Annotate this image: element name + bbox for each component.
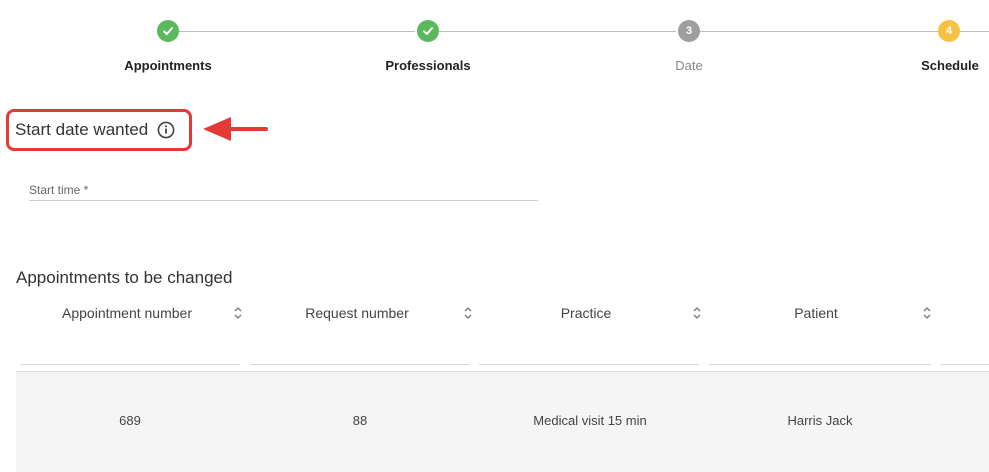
step-1-check-icon[interactable] [157, 20, 179, 42]
section-title-text: Start date wanted [15, 120, 149, 139]
column-header-patient[interactable]: Patient [709, 305, 923, 321]
step-connector [439, 31, 676, 32]
step-connector [179, 31, 415, 32]
step-4-number[interactable]: 4 [938, 20, 960, 42]
sort-icon[interactable] [234, 306, 242, 320]
cell-practice: Medical visit 15 min [533, 413, 647, 428]
column-filter-underline [479, 364, 699, 365]
column-filter-underline [940, 364, 989, 365]
table-title: Appointments to be changed [16, 268, 233, 287]
info-icon[interactable] [157, 121, 175, 139]
step-3-number[interactable]: 3 [678, 20, 700, 42]
column-header-appointment-number[interactable]: Appointment number [20, 305, 234, 321]
column-header-request-number[interactable]: Request number [250, 305, 464, 321]
column-filter-underline [709, 364, 931, 365]
cell-appointment-number: 689 [119, 413, 141, 428]
sort-icon[interactable] [464, 306, 472, 320]
annotation-arrow-icon [203, 117, 268, 141]
cell-patient: Harris Jack [787, 413, 853, 428]
step-connector [960, 31, 989, 32]
column-filter-underline [250, 364, 470, 365]
start-time-field[interactable] [29, 178, 538, 202]
step-connector [700, 31, 938, 32]
start-time-underline [29, 200, 538, 201]
sort-icon[interactable] [923, 306, 931, 320]
step-label-schedule[interactable]: Schedule [921, 58, 979, 73]
step-label-appointments[interactable]: Appointments [124, 58, 211, 73]
step-label-date[interactable]: Date [675, 58, 702, 73]
cell-request-number: 88 [352, 413, 368, 428]
section-title: Start date wanted [15, 120, 175, 140]
step-label-professionals[interactable]: Professionals [385, 58, 470, 73]
sort-icon[interactable] [693, 306, 701, 320]
column-header-practice[interactable]: Practice [479, 305, 693, 321]
column-filter-underline [20, 364, 240, 365]
step-2-check-icon[interactable] [417, 20, 439, 42]
